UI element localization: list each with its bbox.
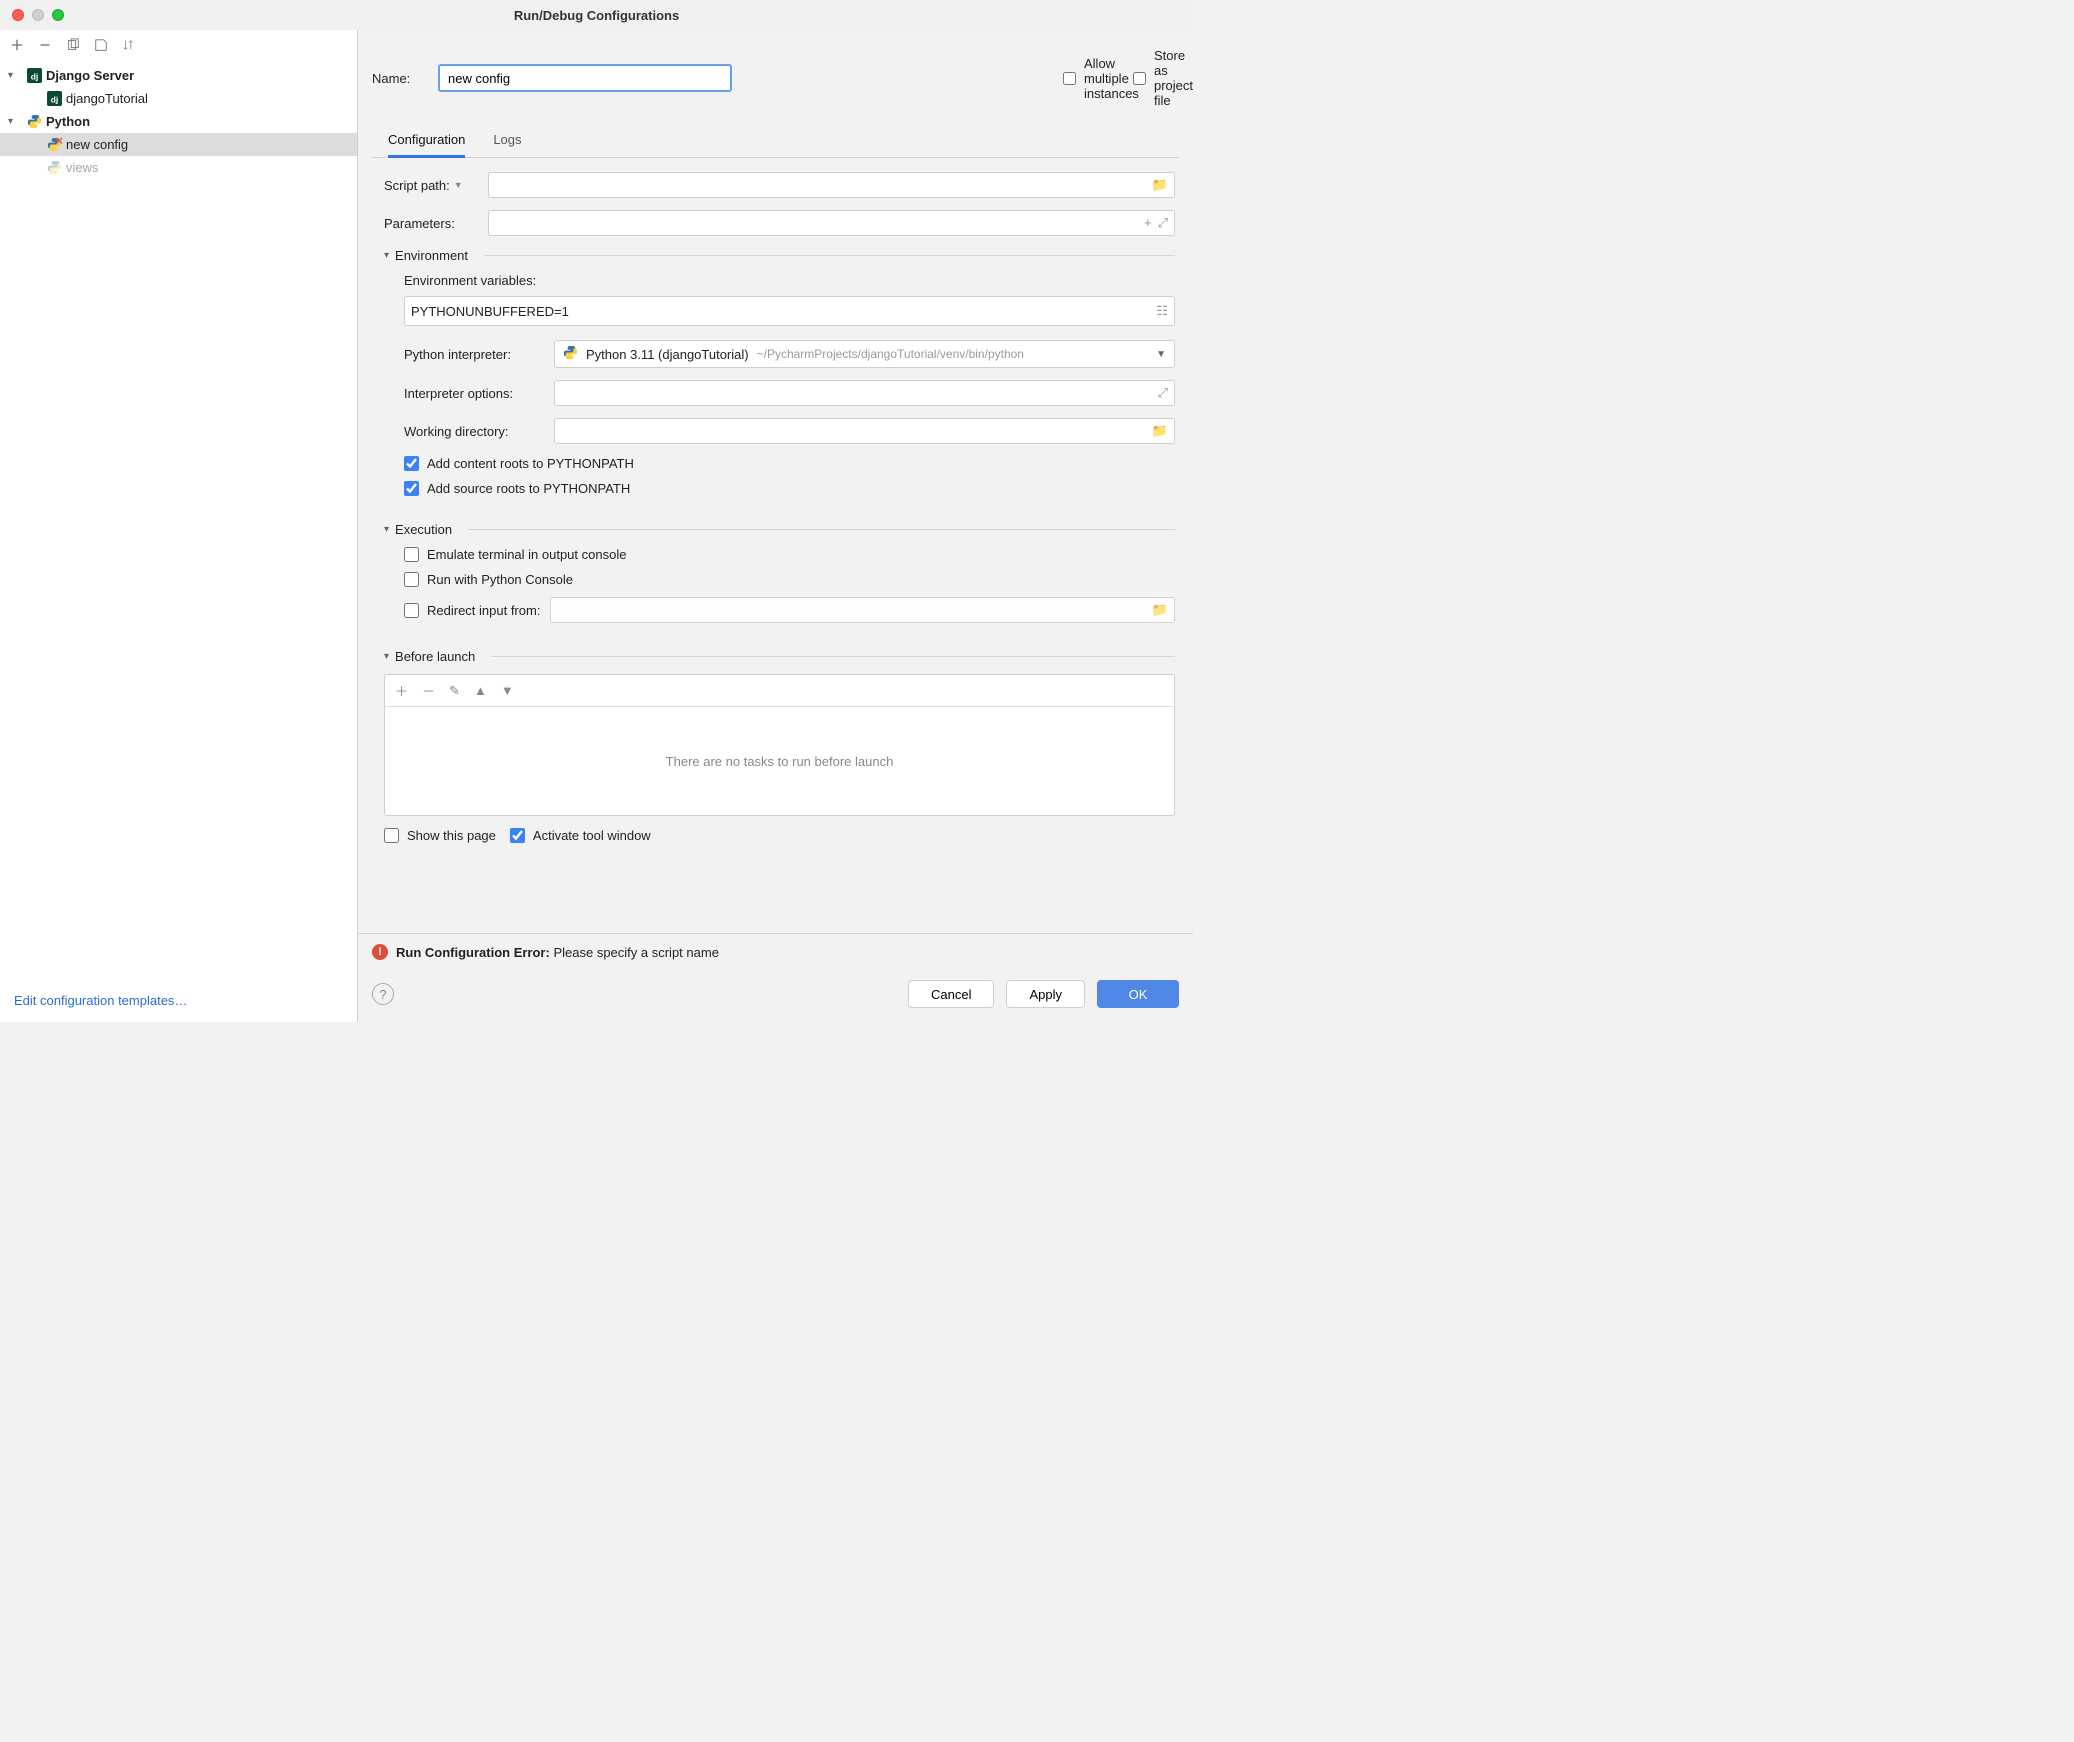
parameters-field[interactable]: +⤢ <box>488 210 1175 236</box>
error-message: Run Configuration Error: Please specify … <box>396 945 719 960</box>
tree-group-label: Django Server <box>46 68 134 83</box>
plus-icon[interactable]: + <box>1144 215 1152 231</box>
move-down-icon[interactable]: ▼ <box>501 683 514 698</box>
store-project-label: Store as project file <box>1154 48 1193 108</box>
python-faded-icon <box>46 160 62 176</box>
tasks-toolbar: ＋ － ✎ ▲ ▼ <box>384 674 1175 706</box>
tabs: Configuration Logs <box>372 126 1179 158</box>
edit-templates-link[interactable]: Edit configuration templates… <box>14 993 187 1008</box>
tab-configuration[interactable]: Configuration <box>388 126 465 158</box>
allow-multiple-checkbox[interactable]: Allow multiple instances <box>1063 56 1109 101</box>
working-directory-label: Working directory: <box>404 424 542 439</box>
tree-item-views[interactable]: views <box>0 156 357 179</box>
python-missing-icon <box>46 137 62 153</box>
tree-item-label: djangoTutorial <box>66 91 148 106</box>
django-icon: dj <box>26 68 42 84</box>
python-icon <box>26 114 42 130</box>
chevron-down-icon: ▾ <box>384 651 389 662</box>
env-vars-field[interactable]: PYTHONUNBUFFERED=1☷ <box>404 296 1175 326</box>
add-config-icon[interactable] <box>10 38 24 52</box>
edit-task-icon[interactable]: ✎ <box>449 683 460 699</box>
section-execution[interactable]: ▾Execution <box>384 522 1175 537</box>
folder-icon[interactable]: 📁 <box>1152 423 1168 439</box>
section-before-launch[interactable]: ▾Before launch <box>384 649 1175 664</box>
cancel-button[interactable]: Cancel <box>908 980 994 1008</box>
error-icon: ! <box>372 944 388 960</box>
expand-icon[interactable]: ⤢ <box>1158 215 1168 231</box>
script-path-field[interactable]: 📁 <box>488 172 1175 198</box>
config-tree: ▾ dj Django Server dj djangoTutorial ▾ P… <box>0 60 357 983</box>
help-button[interactable]: ? <box>372 983 394 1005</box>
tree-item-label: views <box>66 160 99 175</box>
redirect-input-checkbox[interactable]: Redirect input from: <box>404 603 540 618</box>
store-project-checkbox[interactable]: Store as project file⚙ <box>1133 48 1179 108</box>
remove-config-icon[interactable] <box>38 38 52 52</box>
expand-icon[interactable]: ⤢ <box>1158 385 1168 401</box>
tree-item-djangotutorial[interactable]: dj djangoTutorial <box>0 87 357 110</box>
chevron-down-icon: ▾ <box>8 116 22 127</box>
django-icon: dj <box>46 91 62 107</box>
chevron-down-icon: ▾ <box>384 524 389 535</box>
name-label: Name: <box>372 71 418 86</box>
add-task-icon[interactable]: ＋ <box>395 681 408 700</box>
copy-config-icon[interactable] <box>66 38 80 52</box>
chevron-down-icon: ▼ <box>1156 349 1166 360</box>
tasks-list: There are no tasks to run before launch <box>384 706 1175 816</box>
svg-text:dj: dj <box>30 71 37 81</box>
tree-group-django[interactable]: ▾ dj Django Server <box>0 64 357 87</box>
ok-button[interactable]: OK <box>1097 980 1179 1008</box>
main-panel: Name: Allow multiple instances Store as … <box>358 30 1193 1022</box>
interpreter-options-label: Interpreter options: <box>404 386 542 401</box>
titlebar: Run/Debug Configurations <box>0 0 1193 30</box>
working-directory-field[interactable]: 📁 <box>554 418 1175 444</box>
show-this-page-checkbox[interactable]: Show this page <box>384 828 496 843</box>
error-bar: ! Run Configuration Error: Please specif… <box>358 933 1193 970</box>
emulate-terminal-checkbox[interactable]: Emulate terminal in output console <box>404 547 1175 562</box>
env-vars-label: Environment variables: <box>404 273 1175 288</box>
chevron-down-icon: ▼ <box>454 180 463 190</box>
allow-multiple-label: Allow multiple instances <box>1084 56 1139 101</box>
dialog-buttons: ? Cancel Apply OK <box>358 970 1193 1022</box>
activate-tool-window-checkbox[interactable]: Activate tool window <box>510 828 651 843</box>
tree-group-python[interactable]: ▾ Python <box>0 110 357 133</box>
sort-config-icon[interactable] <box>122 38 136 52</box>
run-python-console-checkbox[interactable]: Run with Python Console <box>404 572 1175 587</box>
configurations-sidebar: ▾ dj Django Server dj djangoTutorial ▾ P… <box>0 30 358 1022</box>
python-interpreter-dropdown[interactable]: Python 3.11 (djangoTutorial) ~/PycharmPr… <box>554 340 1175 368</box>
apply-button[interactable]: Apply <box>1006 980 1085 1008</box>
svg-text:dj: dj <box>50 94 57 104</box>
name-input[interactable] <box>438 64 732 92</box>
add-content-roots-checkbox[interactable]: Add content roots to PYTHONPATH <box>404 456 1175 471</box>
add-source-roots-checkbox[interactable]: Add source roots to PYTHONPATH <box>404 481 1175 496</box>
sidebar-toolbar <box>0 30 357 60</box>
folder-icon[interactable]: 📁 <box>1152 602 1168 618</box>
python-interpreter-label: Python interpreter: <box>404 347 542 362</box>
tree-group-label: Python <box>46 114 90 129</box>
interpreter-path: ~/PycharmProjects/djangoTutorial/venv/bi… <box>757 347 1024 361</box>
interpreter-options-field[interactable]: ⤢ <box>554 380 1175 406</box>
script-path-label[interactable]: Script path: ▼ <box>384 178 476 193</box>
move-up-icon[interactable]: ▲ <box>474 683 487 698</box>
folder-icon[interactable]: 📁 <box>1152 177 1168 193</box>
tab-logs[interactable]: Logs <box>493 126 521 157</box>
tree-item-new-config[interactable]: new config <box>0 133 357 156</box>
python-icon <box>563 345 578 363</box>
parameters-label: Parameters: <box>384 216 476 231</box>
tree-item-label: new config <box>66 137 128 152</box>
redirect-input-field[interactable]: 📁 <box>550 597 1175 623</box>
window-title: Run/Debug Configurations <box>0 8 1193 23</box>
save-config-icon[interactable] <box>94 38 108 52</box>
list-icon[interactable]: ☷ <box>1156 303 1168 319</box>
remove-task-icon[interactable]: － <box>422 681 435 700</box>
sidebar-footer: Edit configuration templates… <box>0 983 357 1022</box>
chevron-down-icon: ▾ <box>384 250 389 261</box>
chevron-down-icon: ▾ <box>8 70 22 81</box>
section-environment[interactable]: ▾Environment <box>384 248 1175 263</box>
interpreter-name: Python 3.11 (djangoTutorial) <box>586 347 749 362</box>
